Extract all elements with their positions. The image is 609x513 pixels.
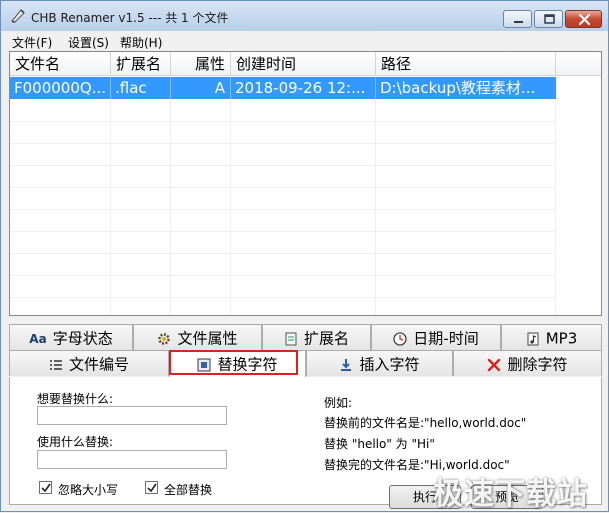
ignore-case-checkbox[interactable] [39,481,52,494]
file-list-header: 文件名 扩展名 属性 创建时间 路径 [10,52,601,76]
minimize-icon [514,21,523,23]
cell-created: 2018-09-26 12:... [231,77,376,99]
cell-path: D:\backup\教程素材... [380,79,536,97]
tab-label: 删除字符 [507,355,568,374]
tab-label: 文件编号 [68,355,129,374]
grid-line [10,275,556,276]
menu-settings[interactable]: 设置(S) [68,34,109,51]
column-header-filename[interactable]: 文件名 [10,52,111,76]
tab-label: 字母状态 [52,329,113,348]
tab-label: 替换字符 [217,355,278,374]
grid-line [10,253,556,254]
replace-all-label[interactable]: 全部替换 [164,481,212,498]
check-icon [41,483,51,493]
tab-date-time[interactable]: 日期-时间 [371,324,501,350]
grid-line [10,297,556,298]
app-icon [11,9,25,23]
column-header-created[interactable]: 创建时间 [231,52,376,76]
watermark: 极速下载站 [433,477,588,512]
replace-all-checkbox[interactable] [145,481,158,494]
grid-line [10,209,556,210]
replace-icon [197,358,211,371]
aa-icon: Aa [29,331,47,346]
grid-line [10,121,556,122]
cell-extension: .flac [111,77,171,99]
music-file-icon [527,332,539,345]
menu-bar: 文件(F) 设置(S) 帮助(H) [2,32,607,50]
cell-filename: F000000Q... [10,77,111,99]
title-bar[interactable]: CHB Renamer v1.5 --- 共 1 个文件 [1,1,608,31]
file-list[interactable]: 文件名 扩展名 属性 创建时间 路径 F000000Q... .flac A 2… [9,51,602,316]
ignore-case-label[interactable]: 忽略大小写 [58,481,118,498]
find-label: 想要替换什么: [37,392,114,406]
example-title: 例如: [324,396,353,410]
clock-icon [393,331,407,346]
tab-label: 扩展名 [303,329,349,348]
tab-replace-characters[interactable]: 替换字符 [169,350,306,378]
app-window: CHB Renamer v1.5 --- 共 1 个文件 文件(F) 设置(S)… [0,0,609,512]
grid-line [10,165,556,166]
delete-icon [488,358,501,371]
grid-line [10,143,556,144]
tab-row-bottom: 文件编号 替换字符 插入字符 删除字符 [9,350,602,378]
tab-insert-characters[interactable]: 插入字符 [306,350,453,376]
close-icon [578,13,591,26]
minimize-button[interactable] [503,10,532,28]
grid-line [10,187,556,188]
tab-label: 文件属性 [177,329,238,348]
tab-label: 日期-时间 [413,329,479,348]
tab-letter-case[interactable]: Aa 字母状态 [9,324,133,350]
tab-file-attributes[interactable]: 文件属性 [133,324,262,350]
close-button[interactable] [565,10,602,28]
window-title: CHB Renamer v1.5 --- 共 1 个文件 [31,11,229,25]
maximize-icon [544,14,555,24]
column-header-path[interactable]: 路径 [376,52,556,76]
tab-label: MP3 [545,329,578,348]
example-rule: 替换 "hello" 为 "Hi" [324,437,435,451]
menu-help[interactable]: 帮助(H) [120,34,162,51]
example-before: 替换前的文件名是:"hello,world.doc" [324,416,527,430]
cell-attribute: A [171,77,231,99]
extension-icon [285,332,297,345]
replace-label: 使用什么替换: [37,435,114,449]
column-header-attribute[interactable]: 属性 [171,52,231,76]
check-icon [147,483,157,493]
gear-icon [158,332,171,345]
grid-line [110,76,111,315]
tab-label: 插入字符 [359,355,420,374]
replace-input[interactable] [37,450,227,469]
numbered-list-icon [49,359,62,370]
tab-mp3[interactable]: MP3 [501,324,602,350]
tab-row-top: Aa 字母状态 文件属性 扩展名 日期-时间 MP3 [9,324,602,351]
column-header-extension[interactable]: 扩展名 [111,52,171,76]
find-input[interactable] [37,406,227,425]
grid-line [10,231,556,232]
tab-extension[interactable]: 扩展名 [262,324,371,350]
menu-file[interactable]: 文件(F) [12,34,52,51]
tab-delete-characters[interactable]: 删除字符 [453,350,602,376]
grid-line [555,76,556,315]
tab-file-number[interactable]: 文件编号 [9,350,169,376]
insert-icon [341,358,352,371]
file-row[interactable]: F000000Q... .flac A 2018-09-26 12:... D:… [10,77,556,99]
grid-line [230,76,231,315]
maximize-button[interactable] [534,10,563,28]
grid-line [375,76,376,315]
grid-line [170,76,171,315]
